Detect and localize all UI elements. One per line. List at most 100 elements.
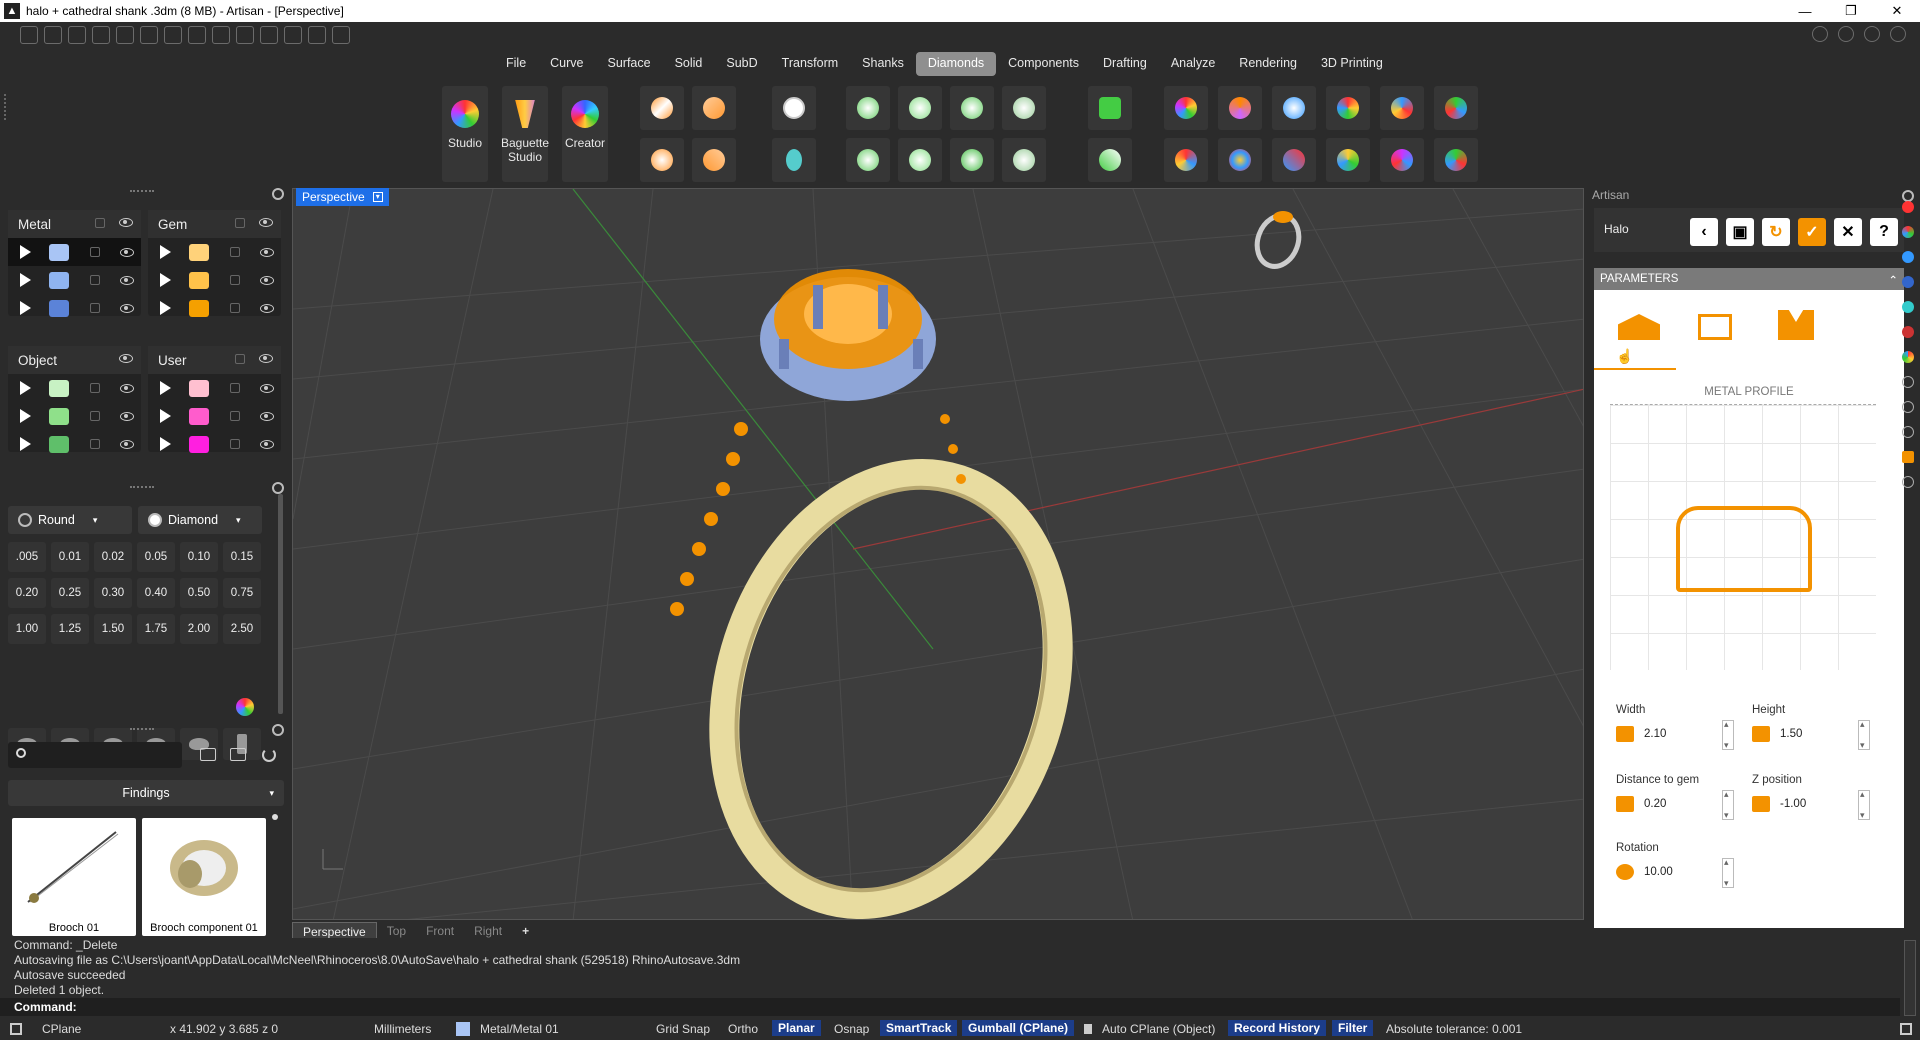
help-icon[interactable]: [1864, 26, 1880, 42]
info-icon[interactable]: [1812, 26, 1828, 42]
gem-report-button[interactable]: [1326, 86, 1370, 130]
gem-cluster-button[interactable]: [640, 138, 684, 182]
gem-size-button[interactable]: 1.25: [51, 614, 89, 644]
lock-icon[interactable]: [230, 247, 240, 257]
studio-button[interactable]: Studio: [442, 86, 488, 182]
layer-row[interactable]: [8, 238, 141, 266]
gem-size-button[interactable]: 0.15: [223, 542, 261, 572]
named-views-icon[interactable]: [1902, 476, 1914, 488]
color-swatch[interactable]: [189, 379, 209, 397]
profile-tab-1[interactable]: [1618, 306, 1662, 342]
display-icon[interactable]: [1902, 251, 1914, 263]
save-icon[interactable]: ▣: [1726, 218, 1754, 246]
rotation-stepper[interactable]: [1722, 857, 1734, 889]
smarttrack-toggle[interactable]: SmartTrack: [880, 1020, 958, 1036]
gem-replace-button[interactable]: [1434, 138, 1478, 182]
color-swatch[interactable]: [49, 407, 69, 425]
ground-icon[interactable]: [1902, 301, 1914, 313]
distance-field[interactable]: 0.20: [1616, 792, 1716, 816]
auto-cplane-toggle[interactable]: Auto CPlane (Object): [1102, 1022, 1215, 1036]
gem-size-button[interactable]: 0.20: [8, 578, 46, 608]
panel-grip[interactable]: [130, 486, 154, 490]
gem-size-button[interactable]: [1164, 138, 1208, 182]
rotation-field[interactable]: 10.00: [1616, 860, 1716, 884]
undo-icon[interactable]: [116, 26, 134, 44]
play-icon[interactable]: [20, 273, 31, 287]
add-folder-button[interactable]: [200, 748, 216, 761]
eye-icon[interactable]: [120, 275, 134, 285]
gear-icon[interactable]: [272, 482, 284, 494]
chevron-down-icon[interactable]: ▾: [372, 192, 383, 202]
gem-size-button[interactable]: .005: [8, 542, 46, 572]
play-icon[interactable]: [160, 301, 171, 315]
z-position-stepper[interactable]: [1858, 789, 1870, 821]
add-folder-icon[interactable]: [92, 26, 110, 44]
gumball-toggle[interactable]: Gumball (CPlane): [962, 1020, 1075, 1036]
distance-stepper[interactable]: [1722, 789, 1734, 821]
eye-icon[interactable]: [259, 218, 273, 227]
layer-row[interactable]: [8, 430, 141, 458]
round-gem-button[interactable]: [772, 86, 816, 130]
command-scrollbar[interactable]: [1904, 940, 1916, 1016]
restore-button[interactable]: ❐: [1828, 0, 1874, 22]
eye-icon[interactable]: [260, 275, 274, 285]
render-icon[interactable]: [1902, 201, 1914, 213]
menu-analyze[interactable]: Analyze: [1159, 52, 1227, 76]
back-button[interactable]: ‹: [1690, 218, 1718, 246]
eye-icon[interactable]: [120, 303, 134, 313]
gear-icon[interactable]: [272, 724, 284, 736]
eye-icon[interactable]: [120, 439, 134, 449]
panel-grip[interactable]: [130, 728, 154, 732]
lock-icon[interactable]: [90, 247, 100, 257]
gear-icon[interactable]: [272, 188, 284, 200]
eye-icon[interactable]: [120, 383, 134, 393]
play-icon[interactable]: [20, 409, 31, 423]
metal-profile-shape[interactable]: [1676, 506, 1812, 592]
layer-row[interactable]: [8, 266, 141, 294]
cutter-button[interactable]: [1088, 86, 1132, 130]
gem-cut-dropdown[interactable]: Diamond ▾: [138, 506, 262, 534]
crown-button[interactable]: [950, 86, 994, 130]
command-input[interactable]: Command:: [0, 998, 1900, 1016]
width-field[interactable]: 2.10: [1616, 722, 1716, 746]
gem-rings-button[interactable]: [1218, 138, 1262, 182]
menu-curve[interactable]: Curve: [538, 52, 595, 76]
gem-line-button[interactable]: [640, 86, 684, 130]
cutter-array-button[interactable]: [1088, 138, 1132, 182]
folder-icon[interactable]: [68, 26, 86, 44]
gem-size-button[interactable]: 1.00: [8, 614, 46, 644]
refresh-icon[interactable]: ↻: [1762, 218, 1790, 246]
gem-shape-dropdown[interactable]: Round ▾: [8, 506, 132, 534]
grid-snap-toggle[interactable]: Grid Snap: [656, 1022, 710, 1036]
gem-select-button[interactable]: [1326, 138, 1370, 182]
profile-tab-2[interactable]: [1698, 306, 1742, 342]
play-icon[interactable]: [160, 409, 171, 423]
close-window-button[interactable]: ✕: [1874, 0, 1920, 22]
panel-grip[interactable]: [130, 190, 154, 194]
play-icon[interactable]: [20, 437, 31, 451]
color-swatch[interactable]: [189, 407, 209, 425]
pave-grid-button[interactable]: [1002, 138, 1046, 182]
properties-icon[interactable]: [1902, 401, 1914, 413]
search-input[interactable]: [8, 742, 182, 768]
gem-pave-button[interactable]: [692, 138, 736, 182]
menu-drafting[interactable]: Drafting: [1091, 52, 1159, 76]
lock-icon[interactable]: [90, 383, 100, 393]
cube-icon[interactable]: [1838, 26, 1854, 42]
layer-row[interactable]: [148, 374, 281, 402]
lock-icon[interactable]: [235, 218, 245, 228]
save-icon[interactable]: [164, 26, 182, 44]
cancel-button[interactable]: ✕: [1834, 218, 1862, 246]
eye-icon[interactable]: [260, 411, 274, 421]
menu-surface[interactable]: Surface: [596, 52, 663, 76]
eye-icon[interactable]: [260, 303, 274, 313]
gem-color-icon[interactable]: [236, 698, 254, 716]
gem-weight-button[interactable]: [1218, 86, 1262, 130]
refresh-icon[interactable]: [262, 748, 276, 762]
lock-icon[interactable]: [90, 439, 100, 449]
menu-subd[interactable]: SubD: [714, 52, 769, 76]
sun-icon[interactable]: [1902, 326, 1914, 338]
height-field[interactable]: 1.50: [1752, 722, 1852, 746]
viewport-title-tab[interactable]: Perspective ▾: [296, 188, 389, 206]
menu-transform[interactable]: Transform: [770, 52, 851, 76]
